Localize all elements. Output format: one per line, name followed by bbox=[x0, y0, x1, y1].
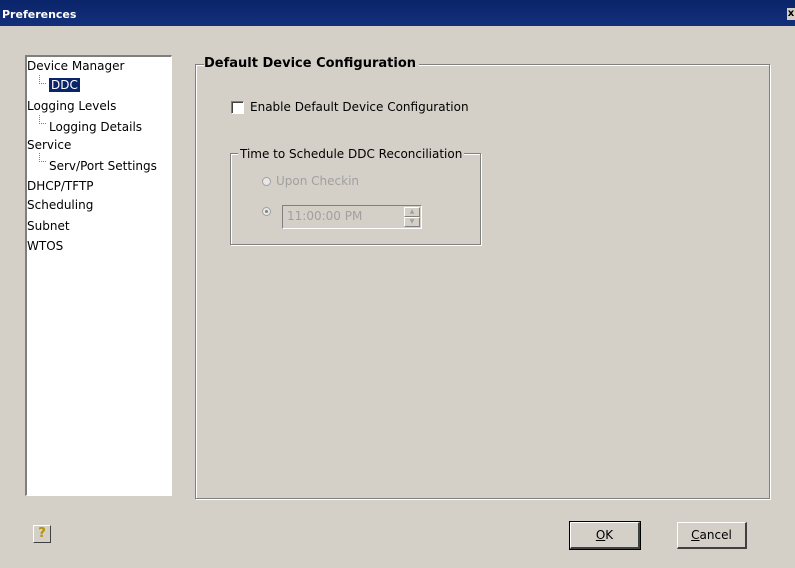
help-icon: ? bbox=[38, 526, 46, 541]
time-spinner[interactable]: ▲ ▼ bbox=[404, 207, 420, 227]
tree-item-ddc[interactable]: DDC bbox=[49, 78, 80, 92]
ok-mnemonic: O bbox=[595, 528, 606, 542]
close-icon[interactable]: x bbox=[787, 8, 795, 20]
tree-item-subnet[interactable]: Subnet bbox=[27, 219, 70, 233]
tree-item-service[interactable]: Service bbox=[27, 138, 71, 152]
enable-ddc-label[interactable]: Enable Default Device Configuration bbox=[250, 100, 469, 114]
upon-checkin-label: Upon Checkin bbox=[276, 174, 360, 188]
cancel-label-rest: ancel bbox=[699, 528, 732, 542]
tree-item-scheduling[interactable]: Scheduling bbox=[27, 198, 93, 212]
spin-down-icon[interactable]: ▼ bbox=[404, 217, 420, 227]
tree-item-device-manager[interactable]: Device Manager bbox=[27, 59, 124, 73]
tree-item-logging-levels[interactable]: Logging Levels bbox=[27, 99, 116, 113]
tree-item-wtos[interactable]: WTOS bbox=[27, 239, 63, 253]
title-bar: Preferences x bbox=[0, 0, 795, 26]
ok-button[interactable]: OK bbox=[569, 521, 641, 550]
schedule-time-input[interactable]: 11:00:00 PM bbox=[282, 205, 422, 229]
cancel-button[interactable]: Cancel bbox=[677, 522, 747, 549]
tree-connector bbox=[39, 153, 46, 162]
time-radio[interactable] bbox=[262, 207, 271, 216]
window-title: Preferences bbox=[2, 8, 77, 21]
enable-ddc-checkbox[interactable] bbox=[231, 101, 244, 114]
config-panel bbox=[195, 64, 770, 499]
upon-checkin-radio[interactable] bbox=[262, 177, 271, 186]
tree-connector bbox=[39, 75, 46, 84]
panel-title: Default Device Configuration bbox=[204, 56, 420, 71]
tree-item-serv-port-settings[interactable]: Serv/Port Settings bbox=[49, 159, 157, 173]
ok-label-rest: K bbox=[605, 528, 614, 542]
help-button[interactable]: ? bbox=[33, 525, 51, 543]
schedule-group bbox=[230, 153, 481, 245]
tree-item-logging-details[interactable]: Logging Details bbox=[49, 120, 142, 134]
cancel-mnemonic: C bbox=[691, 528, 700, 542]
tree-connector bbox=[39, 115, 46, 124]
tree-item-dhcp-tftp[interactable]: DHCP/TFTP bbox=[27, 179, 94, 193]
schedule-group-title: Time to Schedule DDC Reconciliation bbox=[238, 147, 465, 161]
spin-up-icon[interactable]: ▲ bbox=[404, 207, 420, 217]
